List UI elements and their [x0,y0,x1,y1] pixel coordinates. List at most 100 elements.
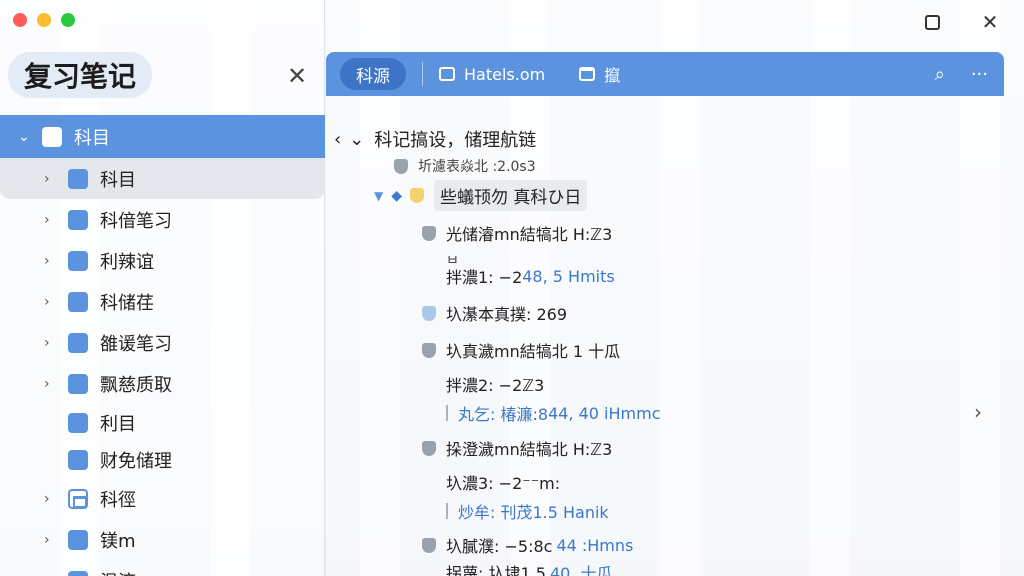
tree-entry-detail: 圦濃3: −2⁻⁻m: [446,470,560,494]
tree-entry-detail: 炒牟: 刊茂1.5 Hanik [446,499,609,523]
detail-link[interactable]: 40. 十瓜 [550,560,613,576]
square-icon [68,373,88,394]
chevron-down-icon[interactable]: ⌄ [349,129,364,150]
calendar-icon [68,488,88,509]
toolbar-actions: ⌕ ··· [935,64,988,85]
detail-text: 拐蔑: 圦埭1.5 [446,564,546,576]
search-icon[interactable]: ⌕ [935,64,945,85]
tree-entry[interactable]: 圦濝本真撲: 269 [422,301,567,325]
sidebar-item-label: 科偣笔习 [100,210,172,232]
detail-link[interactable]: 44, 40 iHmmc [548,404,660,423]
square-icon [68,250,88,271]
chevron-down-icon[interactable]: ⌄ [18,129,36,145]
chevron-right-icon[interactable]: › [44,171,62,187]
sidebar-item-label: 财免储理 [100,450,172,472]
sidebar-item-label: 利目 [100,413,136,435]
tree-entry-detail: 丸乞: 椿濂:8 44, 40 iHmmc [446,401,660,425]
chevron-right-icon[interactable]: › [44,532,62,548]
close-icon: ✕ [981,10,999,34]
detail-link[interactable]: 炒牟: 刊茂1.5 Hanik [458,499,609,523]
triangle-down-icon[interactable]: ▼ [374,189,383,203]
tree-meta: 圻濾表焱北 :2.0s3 [394,156,536,176]
tab-active[interactable]: 科源 [340,58,406,90]
diamond-icon: ◆ [391,187,403,204]
toolbar-divider [422,62,423,86]
sidebar-item[interactable]: › 飘慈质取 [0,363,325,404]
detail-text: 圦濃3: −2⁻⁻m: [446,474,561,493]
tree-entry[interactable]: 圦膩濮: −5:8c 44 :Hmns [422,533,633,557]
square-icon [924,14,940,30]
checkbox-icon[interactable] [42,126,62,147]
tree-entry[interactable]: 光储濬mn結犒北 H:ℤ3 [422,221,612,245]
sidebar-item[interactable]: › 镁m [0,519,325,560]
square-icon [68,449,88,470]
tree-entry-detail: 拐蔑: 圦埭1.5 40. 十瓜 [446,560,612,576]
chevron-right-icon[interactable]: › [44,212,62,228]
zoom-window-button[interactable] [61,13,75,27]
detail-text: 拌濃2: −2ℤ3 [446,376,545,395]
sidebar-item[interactable]: › 温济 [0,560,325,576]
indent-bar [446,503,448,519]
entry-label: 圦膩濮: −5:8c [446,537,553,556]
chevron-left-icon[interactable]: ‹ [334,129,341,150]
toolbar: 科源 Hatels.om 攛 ⌕ ··· [326,52,1004,96]
sidebar-item[interactable]: › 利辣谊 [0,240,325,281]
tree-entry[interactable]: 圦真濊mn結犒北 1 十瓜 [422,338,620,362]
maximize-button[interactable] [918,10,946,34]
tree-entry-detail: 拌濃2: −2ℤ3 [446,372,544,396]
square-icon [68,529,88,550]
section-title: 些蟻顸勿 真科ひ日 [434,180,588,211]
sidebar-item-label: 利辣谊 [100,251,154,273]
tab-hotels[interactable]: Hatels.om [439,65,545,84]
entry-label: 挆澄濊mn結犒北 H:ℤ3 [446,440,613,459]
entry-label: 圦真濊mn結犒北 1 十瓜 [446,342,621,361]
shield-icon [394,158,408,174]
sidebar-item-label: 科目 [74,127,110,149]
sidebar: 复习笔记 ✕ ⌄ 科目 › 科目 › 科偣笔习 › 利辣谊 › 科储荏 › 雒谖… [0,0,325,576]
window-actions: ✕ [918,10,1004,34]
tree-title: 科记搞设，储理航链 [374,130,537,151]
tree-entry[interactable]: 挆澄濊mn結犒北 H:ℤ3 [422,436,612,460]
entry-label: 光储濬mn結犒北 H:ℤ3 [446,225,613,244]
tab-calendar[interactable]: 攛 [579,62,620,86]
sidebar-item-root[interactable]: ⌄ 科目 [0,115,325,158]
sidebar-item[interactable]: › 财免储理 [0,441,325,478]
minimize-window-button[interactable] [37,13,51,27]
close-button[interactable]: ✕ [976,10,1004,34]
chevron-right-icon[interactable]: › [44,491,62,507]
chevron-right-icon[interactable]: › [44,573,62,576]
tree-section[interactable]: ▼ ◆ 些蟻顸勿 真科ひ日 [374,180,588,211]
shield-icon [422,342,436,358]
chevron-right-icon[interactable]: › [974,400,982,424]
square-icon [68,168,88,189]
tree-entry-detail: 拌濃1: −2 48, 5 Hmits [446,264,615,288]
sidebar-item[interactable]: › 科目 [0,158,325,199]
meta-text: 圻濾表焱北 :2.0s3 [418,159,536,175]
sidebar-item[interactable]: › 科徑 [0,478,325,519]
sidebar-item-label: 科目 [100,169,136,191]
detail-link[interactable]: 48, 5 Hmits [522,267,614,286]
tree-header[interactable]: ‹ ⌄ 科记搞设，储理航链 [334,126,536,152]
close-icon: ✕ [286,62,308,90]
sidebar-item[interactable]: › 科储荏 [0,281,325,322]
chevron-right-icon[interactable]: › [44,294,62,310]
sidebar-list: ⌄ 科目 › 科目 › 科偣笔习 › 利辣谊 › 科储荏 › 雒谖笔习 › 飘慈… [0,115,325,576]
chevron-right-icon[interactable]: › [44,253,62,269]
square-icon [68,332,88,353]
sidebar-item[interactable]: › 雒谖笔习 [0,322,325,363]
sidebar-item-label: 雒谖笔习 [100,333,172,355]
sidebar-item-label: 温济 [100,568,136,576]
detail-text: 拌濃1: −2 [446,268,523,287]
chevron-right-icon[interactable]: › [44,335,62,351]
sidebar-item[interactable]: › 利目 [0,404,325,441]
close-window-button[interactable] [13,13,27,27]
shield-icon [422,440,436,456]
square-icon [68,209,88,230]
chevron-right-icon[interactable]: › [44,376,62,392]
sidebar-close-button[interactable]: ✕ [283,62,311,90]
sidebar-item[interactable]: › 科偣笔习 [0,199,325,240]
square-icon [68,570,88,576]
more-icon[interactable]: ··· [971,64,988,85]
shield-icon [422,305,436,321]
entry-link[interactable]: 44 :Hmns [556,536,633,555]
